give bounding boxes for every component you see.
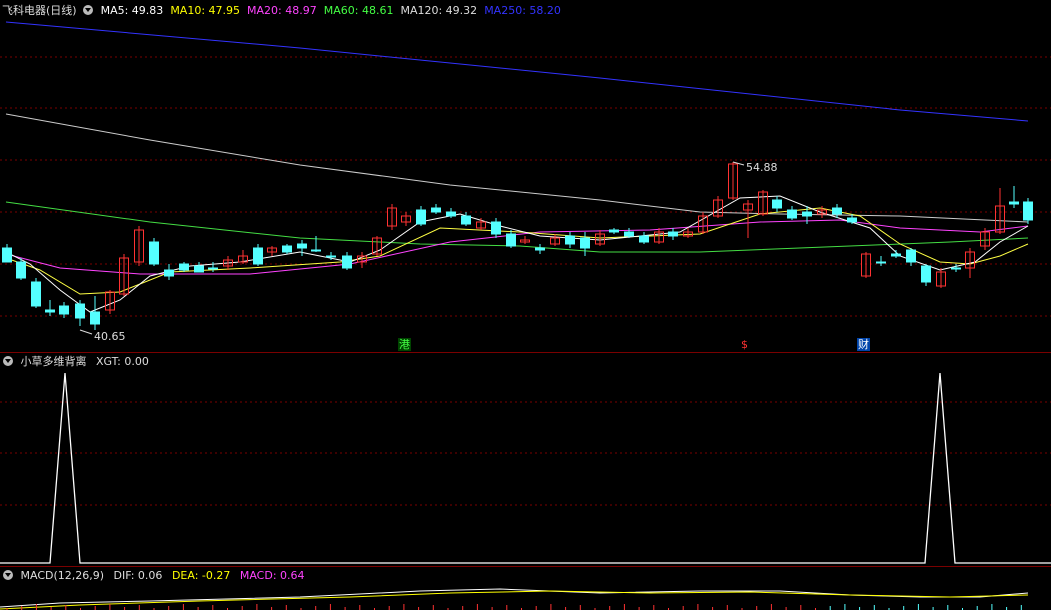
indicator-value: XGT: 0.00 — [96, 355, 149, 368]
candle-body — [1023, 201, 1033, 221]
candle-body — [194, 265, 204, 273]
hk-connect-marker[interactable]: 港 — [398, 338, 411, 351]
indicator-panel[interactable]: 小草多维背离 XGT: 0.00 — [0, 353, 1051, 566]
candle-body — [609, 229, 619, 233]
candle-body — [668, 231, 678, 237]
candle-body — [164, 269, 174, 277]
ma-legend-list: MA5: 49.83 MA10: 47.95 MA20: 48.97 MA60: 48… — [101, 4, 568, 17]
macd-dea: DEA: -0.27 — [171, 569, 231, 582]
candle-body — [446, 211, 456, 217]
candle-body — [461, 215, 471, 225]
candle-body — [772, 199, 782, 209]
candle-body — [311, 249, 321, 252]
candle-body — [59, 305, 69, 315]
ma-legend-item: MA60: 48.61 — [323, 4, 394, 17]
candle-body — [847, 217, 857, 223]
candle-body — [2, 247, 12, 263]
indicator-dropdown-icon[interactable] — [3, 356, 13, 366]
candle-body — [891, 253, 901, 257]
low-pointer — [79, 329, 93, 335]
candle-body — [876, 261, 886, 264]
candle-body — [297, 243, 307, 249]
candle-body — [787, 209, 797, 219]
ma20-line — [5, 219, 1029, 275]
macd-dropdown-icon[interactable] — [3, 570, 13, 580]
candle-body — [639, 235, 649, 243]
ma120-line — [5, 113, 1029, 223]
candle-body — [535, 247, 545, 251]
macd-value: MACD: 0.64 — [239, 569, 305, 582]
ma-legend-item: MA10: 47.95 — [170, 4, 241, 17]
main-legend: 飞科电器(日线) MA5: 49.83 MA10: 47.95 MA20: 48.9… — [0, 3, 568, 19]
ma-legend-item: MA20: 48.97 — [247, 4, 317, 17]
macd-panel[interactable]: MACD(12,26,9) DIF: 0.06 DEA: -0.27 MACD:… — [0, 567, 1051, 610]
macd-legend: MACD(12,26,9) DIF: 0.06 DEA: -0.27 MACD:… — [0, 568, 305, 584]
ma10-line — [5, 207, 1029, 295]
macd-title: MACD(12,26,9) — [20, 569, 105, 582]
ma5-line — [5, 195, 1029, 313]
ma-legend-item: MA250: 58.20 — [484, 4, 561, 17]
ma-legend-item: MA120: 49.32 — [400, 4, 478, 17]
high-price-label: 54.88 — [746, 161, 778, 174]
ma250-line — [5, 21, 1029, 122]
candle-body — [491, 221, 501, 235]
candle-body — [253, 247, 263, 265]
candle-body — [179, 263, 189, 271]
indicator-title: 小草多维背离 — [20, 355, 87, 368]
financial-report-marker[interactable]: 财 — [857, 338, 870, 351]
candle-body — [431, 207, 441, 213]
candle-body — [416, 209, 426, 225]
low-price-label: 40.65 — [94, 330, 126, 343]
candle-body — [565, 235, 575, 245]
candle-body — [208, 267, 218, 270]
ma60-line — [5, 201, 1029, 253]
candle-body — [45, 309, 55, 313]
main-chart-panel[interactable]: 飞科电器(日线) MA5: 49.83 MA10: 47.95 MA20: 48.9… — [0, 0, 1051, 352]
candle-body — [149, 241, 159, 265]
candle-body — [282, 245, 292, 253]
candlestick-chart[interactable] — [0, 0, 1051, 352]
macd-dif: DIF: 0.06 — [113, 569, 163, 582]
candle-body — [624, 231, 634, 237]
candle-body — [326, 255, 336, 258]
candle-body — [90, 311, 100, 325]
ma-legend-item: MA5: 49.83 — [100, 4, 164, 17]
candle-body — [506, 233, 516, 247]
candle-body — [921, 265, 931, 283]
candle-body — [906, 249, 916, 263]
candle-body — [342, 255, 352, 269]
candle-body — [16, 261, 26, 279]
candle-body — [802, 211, 812, 217]
candle-body — [75, 303, 85, 319]
candle-body — [951, 267, 961, 270]
candle-body — [31, 281, 41, 307]
candle-body — [832, 207, 842, 215]
candle-body — [1009, 201, 1019, 205]
legend-dropdown-icon[interactable] — [83, 5, 94, 15]
stock-title: 飞科电器(日线) — [2, 4, 77, 17]
indicator-legend: 小草多维背离 XGT: 0.00 — [0, 354, 149, 370]
dividend-marker[interactable]: $ — [740, 338, 749, 351]
indicator-chart[interactable] — [0, 353, 1051, 566]
candle-body — [580, 237, 590, 249]
